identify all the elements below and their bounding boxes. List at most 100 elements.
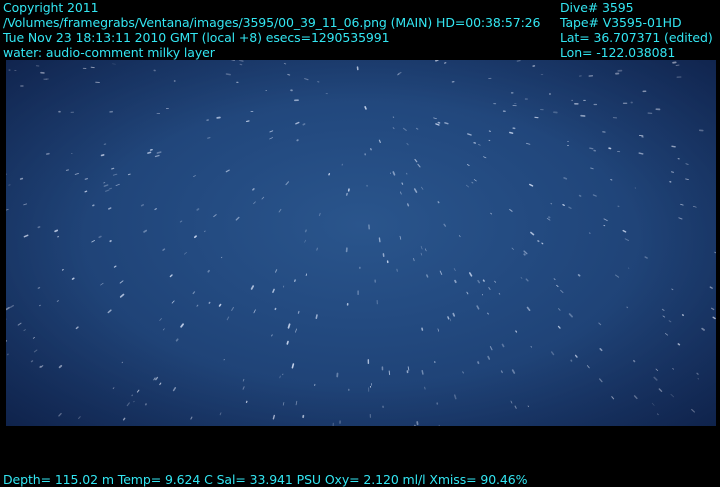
- snow-particle: [524, 251, 527, 254]
- snow-particle: [160, 383, 161, 385]
- snow-particle: [466, 185, 468, 187]
- snow-particle: [710, 287, 712, 288]
- snow-particle: [635, 396, 637, 399]
- snow-particle: [156, 378, 158, 380]
- snow-particle: [55, 230, 57, 231]
- snow-particle: [467, 292, 468, 294]
- snow-particle: [678, 344, 679, 345]
- snow-particle: [59, 414, 61, 416]
- snow-particle: [407, 143, 408, 144]
- snow-particle: [528, 308, 530, 311]
- snow-particle: [526, 279, 528, 281]
- water-comment-text: water: audio-comment milky layer: [3, 45, 215, 60]
- snow-particle: [600, 379, 602, 382]
- snow-particle: [453, 314, 454, 316]
- snow-particle: [305, 79, 308, 80]
- snow-particle: [365, 107, 366, 109]
- snow-particle: [448, 317, 449, 319]
- snow-particle: [108, 310, 111, 312]
- snow-particle: [6, 209, 8, 210]
- snow-particle: [11, 306, 14, 308]
- snow-particle: [531, 233, 534, 235]
- snow-particle: [563, 205, 564, 206]
- tape-number-text: Tape# V3595-01HD: [560, 15, 682, 30]
- snow-particle: [208, 271, 209, 272]
- snow-particle: [155, 209, 156, 210]
- snow-particle: [617, 151, 619, 152]
- snow-particle: [554, 279, 555, 280]
- snow-particle: [32, 361, 33, 362]
- snow-particle: [18, 323, 21, 325]
- snow-particle: [488, 313, 489, 314]
- snow-particle: [247, 121, 249, 122]
- snow-particle: [191, 417, 192, 419]
- longitude-text: Lon= -122.038081: [560, 45, 675, 60]
- snow-particle: [663, 316, 665, 317]
- snow-particle: [156, 156, 160, 157]
- snow-particle: [512, 248, 514, 250]
- snow-particle: [400, 192, 401, 194]
- snow-particle: [511, 401, 512, 403]
- snow-particle: [599, 323, 601, 325]
- snow-particle: [329, 174, 330, 175]
- snow-particle: [421, 246, 422, 249]
- snow-particle: [564, 178, 566, 179]
- snow-particle: [124, 418, 125, 420]
- snow-particle: [253, 189, 254, 190]
- snow-particle: [673, 369, 674, 370]
- snow-particle: [38, 227, 39, 228]
- snow-particle: [298, 312, 299, 314]
- snow-particle: [576, 355, 577, 357]
- snow-particle: [561, 290, 563, 292]
- snow-particle: [627, 307, 628, 308]
- snow-particle: [600, 349, 602, 351]
- snow-particle: [579, 275, 580, 276]
- snow-particle: [279, 209, 281, 212]
- snow-particle: [393, 172, 394, 175]
- snow-particle: [148, 152, 151, 153]
- snow-particle: [232, 307, 234, 310]
- snow-particle: [531, 346, 532, 347]
- snow-particle: [455, 281, 456, 283]
- snow-particle: [280, 376, 281, 378]
- snow-particle: [40, 367, 41, 368]
- snow-particle: [517, 61, 520, 62]
- snow-particle: [400, 236, 401, 239]
- snow-particle: [174, 388, 176, 391]
- snow-particle: [254, 202, 256, 204]
- snow-particle: [102, 155, 104, 156]
- snow-particle: [195, 236, 196, 237]
- snow-particle: [270, 138, 273, 139]
- snow-particle: [34, 350, 37, 352]
- snow-particle: [287, 342, 288, 344]
- snow-particle: [142, 205, 144, 206]
- dive-number-text: Dive# 3595: [560, 0, 633, 15]
- snow-particle: [283, 403, 284, 406]
- snow-particle: [692, 410, 695, 413]
- snow-particle: [120, 281, 123, 283]
- snow-particle: [113, 388, 114, 389]
- snow-particle: [305, 240, 306, 242]
- snow-particle: [463, 372, 464, 373]
- snow-particle: [516, 331, 517, 332]
- snow-particle: [713, 317, 715, 318]
- snow-particle: [468, 134, 471, 135]
- snow-particle: [288, 75, 290, 76]
- snow-particle: [510, 210, 512, 212]
- snow-particle: [75, 174, 78, 175]
- snow-particle: [236, 217, 239, 220]
- snow-particle: [227, 317, 229, 320]
- snow-particle: [296, 123, 299, 124]
- snow-particle: [110, 188, 112, 189]
- snow-particle: [99, 236, 101, 237]
- snow-particle: [510, 133, 513, 134]
- snow-particle: [552, 352, 554, 355]
- snow-particle: [454, 269, 455, 271]
- sensor-readout-text: Depth= 115.02 m Temp= 9.624 C Sal= 33.94…: [3, 472, 527, 487]
- snow-particle: [154, 378, 155, 380]
- snow-particle: [273, 289, 274, 292]
- snow-particle: [515, 406, 516, 408]
- snow-particle: [513, 370, 515, 373]
- snow-particle: [495, 281, 496, 282]
- snow-particle: [472, 182, 473, 183]
